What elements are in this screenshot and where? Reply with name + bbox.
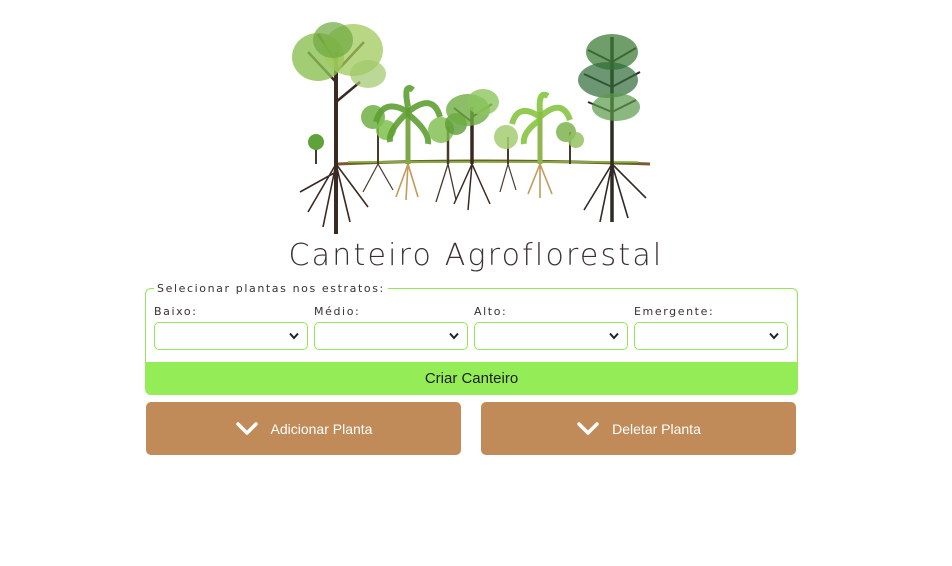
strata-legend: Selecionar plantas nos estratos: [154, 281, 388, 296]
select-alto[interactable] [474, 322, 628, 350]
delete-plant-button[interactable]: Deletar Planta [481, 402, 796, 455]
delete-plant-label: Deletar Planta [612, 420, 701, 437]
chevron-down-icon [289, 332, 299, 340]
stratum-label: Emergente: [634, 305, 715, 318]
agroforestry-illustration [278, 12, 658, 240]
select-baixo[interactable] [154, 322, 308, 350]
stratum-label: Baixo: [154, 305, 198, 318]
chevron-down-icon [577, 421, 599, 435]
select-emergente[interactable] [634, 322, 788, 350]
strata-selection-group: Selecionar plantas nos estratos: Baixo: … [145, 281, 798, 395]
chevron-down-icon [769, 332, 779, 340]
add-plant-label: Adicionar Planta [270, 420, 373, 437]
chevron-down-icon [235, 421, 258, 435]
chevron-down-icon [609, 332, 619, 340]
stratum-baixo: Baixo: [154, 305, 308, 350]
stratum-emergente: Emergente: [634, 305, 788, 350]
stratum-alto: Alto: [474, 305, 628, 350]
chevron-down-icon [449, 332, 459, 340]
select-medio[interactable] [314, 322, 468, 350]
stratum-label: Alto: [474, 305, 508, 318]
stratum-medio: Médio: [314, 305, 468, 350]
stratum-label: Médio: [314, 305, 361, 318]
add-plant-button[interactable]: Adicionar Planta [146, 402, 461, 455]
create-bed-button[interactable]: Criar Canteiro [145, 362, 798, 395]
page-title: Canteiro Agroflorestal [288, 238, 664, 273]
